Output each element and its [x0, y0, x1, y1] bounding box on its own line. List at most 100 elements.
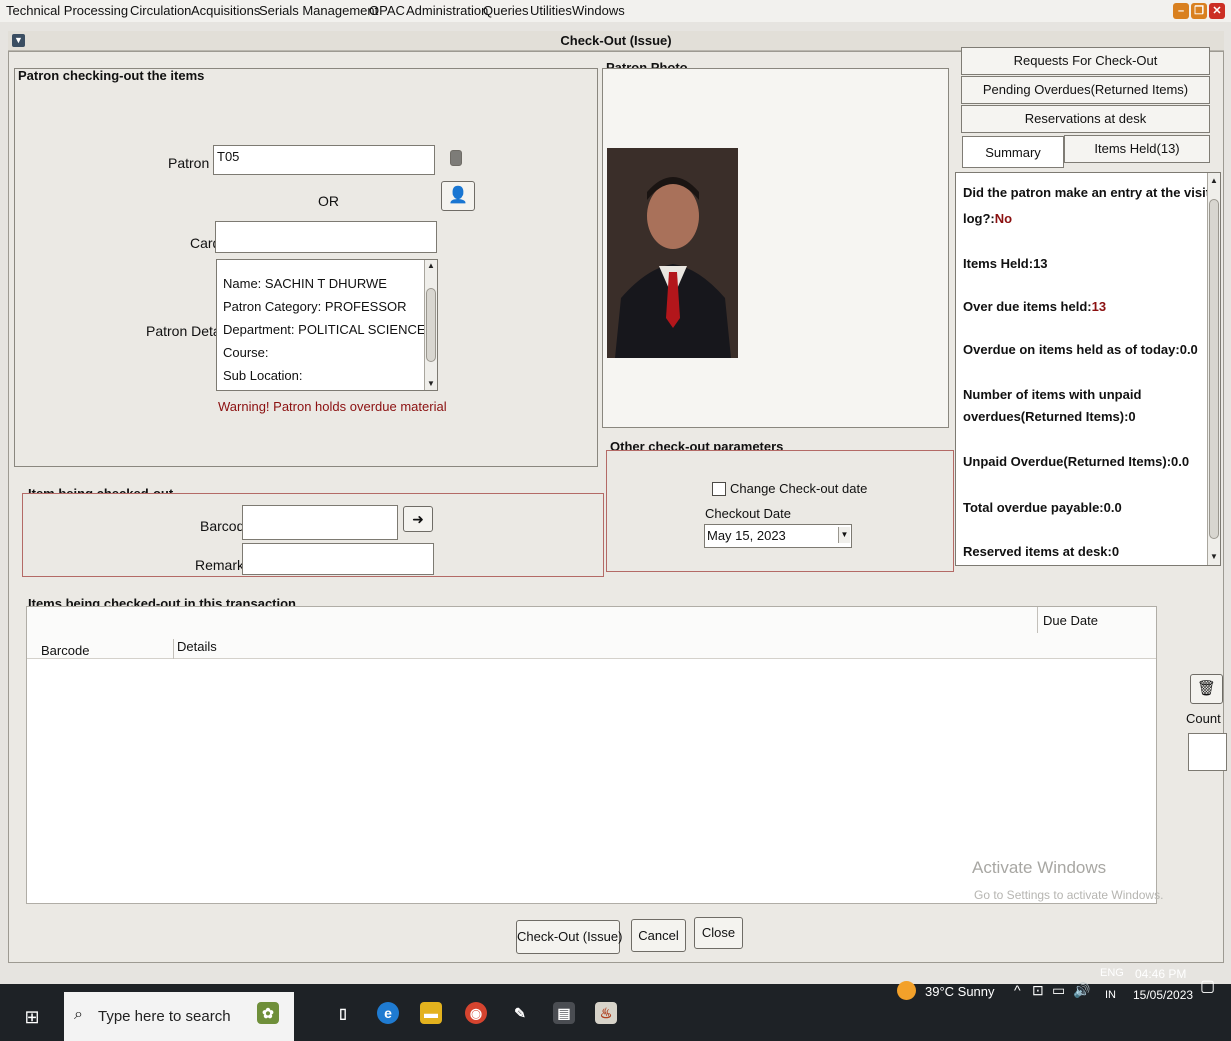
visitor-log-line: log?:No [963, 208, 1012, 230]
unpaid-count-line1: Number of items with unpaid [963, 387, 1142, 402]
volume-icon[interactable]: 🔊 [1073, 982, 1090, 999]
patron-id-field[interactable]: T05 [213, 145, 435, 175]
menu-utilities[interactable]: Utilities [530, 3, 572, 18]
patron-sub-location: Sub Location: [223, 368, 303, 383]
menu-bar: Technical Processing Circulation Acquisi… [0, 0, 1231, 22]
paint-icon[interactable]: ✎ [509, 1002, 531, 1024]
battery-icon[interactable]: ▭ [1052, 982, 1065, 999]
summary-box: Did the patron make an entry at the visi… [955, 172, 1221, 566]
patron-details-list: Name: SACHIN T DHURWE Patron Category: P… [217, 260, 437, 387]
scroll-down-icon[interactable]: ▼ [1208, 551, 1220, 563]
patron-panel-title: Patron checking-out the items [18, 68, 205, 83]
tray-chevron-icon[interactable]: ^ [1014, 982, 1021, 998]
edge-browser-icon[interactable]: e [377, 1002, 399, 1024]
chrome-icon[interactable]: ◉ [465, 1002, 487, 1024]
unpaid-count-line2: overdues(Returned Items):0 [963, 409, 1136, 424]
column-divider [173, 639, 174, 659]
or-label: OR [318, 193, 339, 209]
weather-text[interactable]: 39°C Sunny [925, 984, 995, 999]
add-item-icon[interactable]: ➜ [403, 506, 433, 532]
chevron-down-icon[interactable]: ▼ [838, 527, 850, 543]
window-title: Check-Out (Issue) [560, 33, 672, 48]
menu-opac[interactable]: OPAC [369, 3, 405, 18]
language-in[interactable]: IN [1105, 989, 1116, 1001]
remarks-field[interactable] [242, 543, 434, 575]
screen: { "menubar": { "items": ["Technical Proc… [0, 0, 1231, 1041]
items-held-value: Items Held:13 [963, 256, 1048, 271]
menu-acquisitions[interactable]: Acquisitions [191, 3, 260, 18]
total-overdue-payable: Total overdue payable:0.0 [963, 500, 1122, 515]
patron-photo-image [607, 148, 738, 358]
scroll-thumb[interactable] [426, 288, 436, 362]
tab-pending-overdues[interactable]: Pending Overdues(Returned Items) [961, 76, 1210, 104]
menu-queries[interactable]: Queries [483, 3, 529, 18]
menu-circulation[interactable]: Circulation [130, 3, 191, 18]
visitor-log-question: Did the patron make an entry at the visi… [963, 185, 1221, 200]
clock-date[interactable]: 15/05/2023 [1133, 988, 1193, 1002]
overdue-items-line: Over due items held:13 [963, 296, 1106, 318]
network-icon[interactable]: ⊡ [1032, 982, 1044, 999]
patron-search-icon[interactable]: 👤 [441, 181, 475, 211]
notification-icon[interactable]: ▢ [1200, 976, 1215, 996]
details-scrollbar[interactable]: ▲ ▼ [424, 260, 437, 390]
menu-windows[interactable]: Windows [572, 3, 625, 18]
activate-windows-hint: Go to Settings to activate Windows. [974, 888, 1164, 902]
column-barcode[interactable]: Barcode [41, 643, 89, 658]
checkout-date-label: Checkout Date [705, 506, 791, 521]
summary-scrollbar[interactable]: ▲ ▼ [1207, 173, 1220, 565]
tab-summary[interactable]: Summary [962, 136, 1064, 168]
terminal-icon[interactable]: ▤ [553, 1002, 575, 1024]
scroll-down-icon[interactable]: ▼ [425, 378, 437, 390]
close-icon[interactable]: ✕ [1209, 3, 1225, 19]
tab-reservations-at-desk[interactable]: Reservations at desk [961, 105, 1210, 133]
clock-time[interactable]: 04:46 PM [1135, 967, 1186, 981]
unpaid-overdue: Unpaid Overdue(Returned Items):0.0 [963, 454, 1190, 469]
checkout-date-select[interactable]: May 15, 2023 ▼ [704, 524, 852, 548]
patron-name: Name: SACHIN T DHURWE [223, 276, 387, 291]
menu-administration[interactable]: Administration [406, 3, 488, 18]
card-field[interactable] [215, 221, 437, 253]
scroll-up-icon[interactable]: ▲ [1208, 175, 1220, 187]
trash-icon[interactable]: 🗑 [1190, 674, 1223, 704]
scroll-up-icon[interactable]: ▲ [425, 260, 437, 272]
windows-start-icon[interactable]: ⊞ [22, 1007, 42, 1027]
overdue-items-value: 13 [1091, 299, 1107, 314]
java-app-icon[interactable]: ♨ [595, 1002, 617, 1024]
scroll-thumb[interactable] [1209, 199, 1219, 539]
patron-details-box[interactable]: Name: SACHIN T DHURWE Patron Category: P… [216, 259, 438, 391]
tab-items-held[interactable]: Items Held(13) [1064, 135, 1210, 163]
column-divider [1037, 607, 1038, 633]
patron-department: Department: POLITICAL SCIENCE [223, 322, 426, 337]
change-date-checkbox[interactable] [712, 482, 726, 496]
flowers-icon[interactable]: ✿ [257, 1002, 279, 1024]
menu-technical-processing[interactable]: Technical Processing [6, 3, 128, 18]
weather-sun-icon[interactable] [897, 981, 916, 1000]
patron-course: Course: [223, 345, 269, 360]
lookup-icon[interactable] [450, 150, 462, 166]
visitor-log-answer: No [994, 211, 1013, 226]
file-explorer-icon[interactable]: ▬ [420, 1002, 442, 1024]
close-button[interactable]: Close [694, 917, 743, 949]
search-placeholder: Type here to search [98, 1008, 231, 1025]
change-date-label: Change Check-out date [730, 481, 868, 496]
overdue-warning: Warning! Patron holds overdue material [218, 399, 447, 414]
menu-serials-management[interactable]: Serials Management [259, 3, 378, 18]
language-eng[interactable]: ENG [1100, 967, 1124, 979]
patron-photo [607, 148, 738, 358]
count-label: Count [1186, 711, 1221, 726]
column-details[interactable]: Details [177, 639, 217, 654]
barcode-field[interactable] [242, 505, 398, 540]
visitor-log-label: log?: [963, 211, 995, 226]
count-field [1188, 733, 1227, 771]
reserved-items-at-desk: Reserved items at desk:0 [963, 544, 1120, 559]
search-icon: ⌕ [74, 1006, 83, 1023]
tab-requests-for-check-out[interactable]: Requests For Check-Out [961, 47, 1210, 75]
minimize-icon[interactable]: – [1173, 3, 1189, 19]
activate-windows-watermark: Activate Windows [972, 858, 1107, 877]
overdue-items-label: Over due items held: [963, 299, 1092, 314]
cancel-button[interactable]: Cancel [631, 919, 686, 952]
column-due-date[interactable]: Due Date [1043, 613, 1098, 628]
restore-icon[interactable]: ❐ [1191, 3, 1207, 19]
checkout-issue-button[interactable]: Check-Out (Issue) [516, 920, 622, 954]
task-view-icon[interactable]: ▯ [332, 1002, 354, 1024]
